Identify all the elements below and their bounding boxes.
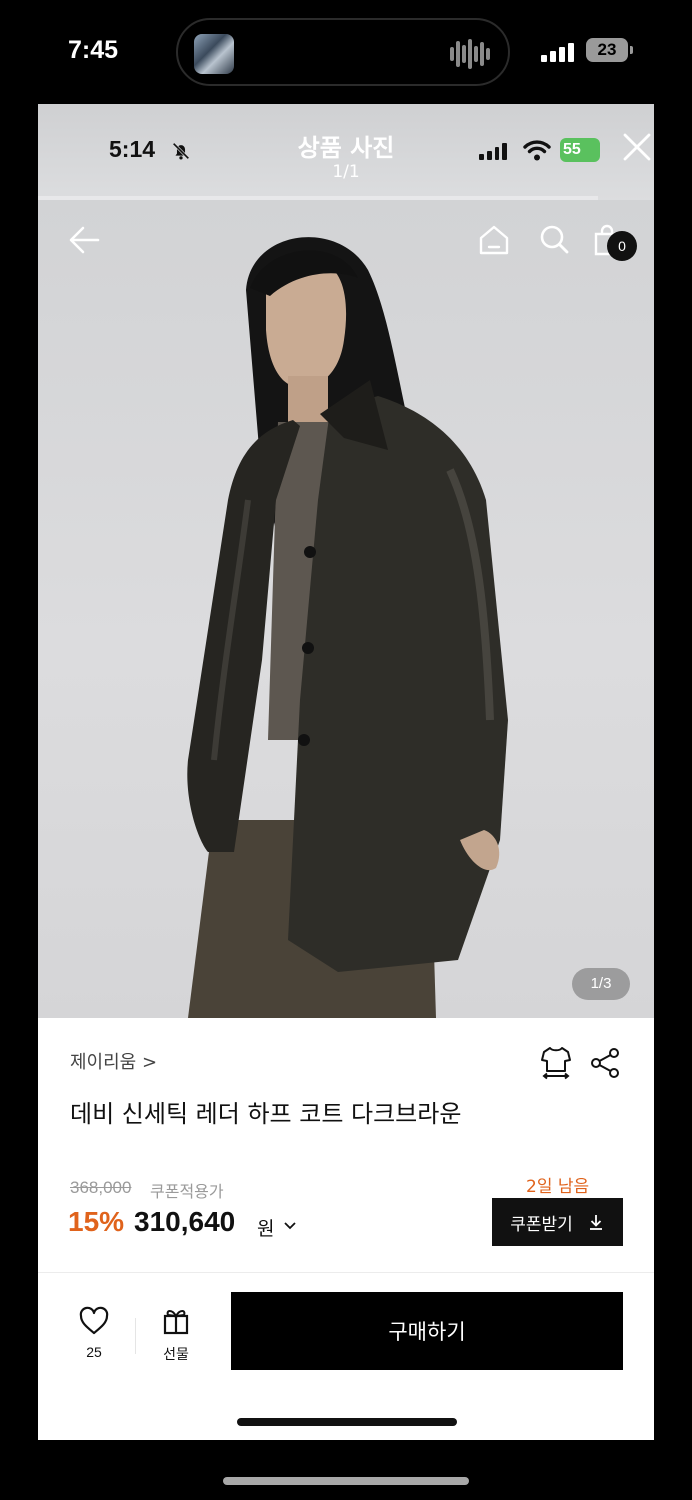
app-screen: 5:14 상품 사진 1/1 55 0 1/3 제이리움 > 데비 신세틱 레더… [38, 104, 654, 1440]
brand-link[interactable]: 제이리움 > [70, 1048, 157, 1074]
gift-label: 선물 [163, 1347, 189, 1363]
chevron-down-icon[interactable] [282, 1218, 298, 1234]
wifi-icon [523, 140, 551, 161]
photo-viewer-header: 5:14 상품 사진 1/1 55 [38, 104, 654, 200]
viewer-image-count: 1/1 [332, 162, 360, 182]
share-icon[interactable] [588, 1046, 622, 1080]
photo-counter: 1/3 [572, 968, 630, 1000]
gift-button[interactable]: 선물 [156, 1306, 196, 1364]
now-playing-thumbnail [194, 34, 234, 74]
battery-icon: 55 [560, 138, 600, 162]
search-icon[interactable] [536, 222, 572, 258]
divider [135, 1318, 136, 1354]
home-indicator [223, 1477, 469, 1485]
product-name: 데비 신세틱 레더 하프 코트 다크브라운 [70, 1100, 462, 1128]
get-coupon-button[interactable]: 쿠폰받기 [492, 1198, 623, 1246]
home-indicator [237, 1418, 457, 1426]
currency-unit: 원 [257, 1218, 275, 1240]
heart-icon [79, 1306, 109, 1335]
sale-price: 310,640 [134, 1206, 236, 1237]
buy-now-button[interactable]: 구매하기 [231, 1292, 623, 1370]
product-photo[interactable] [38, 200, 654, 1018]
close-icon[interactable] [620, 130, 654, 164]
divider [38, 1272, 654, 1273]
dynamic-island[interactable] [176, 18, 510, 86]
discount-rate: 15% [68, 1206, 125, 1237]
outer-status-bar: 7:45 23 [0, 0, 692, 100]
size-guide-icon[interactable] [538, 1044, 574, 1080]
coupon-days-left: 2일 남음 [526, 1177, 590, 1197]
home-icon[interactable] [476, 222, 512, 258]
like-count: 25 [86, 1344, 102, 1360]
original-price: 368,000 [70, 1178, 132, 1197]
coupon-price-label: 쿠폰적용가 [150, 1182, 224, 1201]
battery-icon: 23 [586, 38, 633, 62]
back-arrow-icon[interactable] [66, 222, 102, 258]
cellular-signal-icon [479, 142, 507, 160]
cellular-signal-icon [541, 40, 577, 62]
bottom-action-bar: 25 선물 구매하기 [38, 1280, 654, 1440]
outer-time: 7:45 [68, 36, 119, 64]
like-button[interactable]: 25 [76, 1306, 112, 1360]
model-wearing-coat-image [187, 237, 508, 1018]
get-coupon-label: 쿠폰받기 [510, 1214, 573, 1235]
gift-icon [163, 1310, 189, 1335]
cart-count-badge: 0 [607, 231, 637, 261]
download-icon [589, 1215, 602, 1230]
waveform-icon [450, 38, 490, 70]
